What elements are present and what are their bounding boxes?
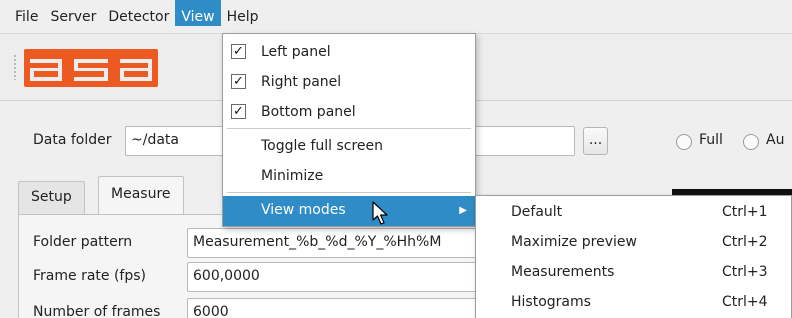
menu-separator — [227, 128, 471, 129]
menubar: File Server Detector View Help — [0, 0, 792, 33]
shortcut-label: Ctrl+1 — [722, 204, 768, 220]
menu-server[interactable]: Server — [44, 0, 102, 33]
menu-item-label: Left panel — [261, 44, 331, 60]
menu-file[interactable]: File — [9, 0, 44, 33]
number-of-frames-input[interactable]: 6000 — [187, 298, 487, 318]
folder-pattern-label: Folder pattern — [33, 234, 133, 250]
tab-setup[interactable]: Setup — [18, 181, 85, 215]
check-icon: ✓ — [231, 44, 246, 59]
asa-logo — [24, 49, 158, 87]
number-of-frames-label: Number of frames — [33, 304, 161, 318]
radio-full-label[interactable]: Full — [699, 132, 723, 148]
shortcut-label: Ctrl+2 — [722, 234, 768, 250]
shortcut-label: Ctrl+4 — [722, 294, 768, 310]
menu-separator — [227, 192, 471, 193]
folder-pattern-input[interactable]: Measurement_%b_%d_%Y_%Hh%M — [187, 228, 487, 258]
menu-item-left-panel[interactable]: ✓ Left panel — [223, 38, 475, 66]
toolbar-grip-handle[interactable] — [13, 54, 17, 80]
tab-measure[interactable]: Measure — [98, 176, 184, 215]
menu-item-bottom-panel[interactable]: ✓ Bottom panel — [223, 98, 475, 126]
menu-help[interactable]: Help — [221, 0, 265, 33]
menu-item-view-modes[interactable]: View modes ▶ — [223, 196, 475, 226]
view-modes-submenu: Default Ctrl+1 Maximize preview Ctrl+2 M… — [475, 195, 792, 318]
menu-item-minimize[interactable]: Minimize — [223, 162, 475, 190]
shortcut-label: Ctrl+3 — [722, 264, 768, 280]
frame-rate-label: Frame rate (fps) — [33, 268, 146, 284]
radio-full[interactable] — [676, 134, 692, 150]
menu-item-label: Right panel — [261, 74, 342, 90]
submenu-item-default[interactable]: Default Ctrl+1 — [476, 197, 791, 227]
browse-button[interactable]: ... — [583, 127, 608, 155]
menu-item-label: Bottom panel — [261, 104, 356, 120]
submenu-item-label: Measurements — [511, 264, 615, 280]
data-folder-label: Data folder — [33, 132, 112, 148]
menu-detector[interactable]: Detector — [102, 0, 175, 33]
view-menu-dropdown: ✓ Left panel ✓ Right panel ✓ Bottom pane… — [222, 33, 476, 227]
check-icon: ✓ — [231, 74, 246, 89]
submenu-item-label: Default — [511, 204, 563, 220]
check-icon: ✓ — [231, 104, 246, 119]
submenu-item-histograms[interactable]: Histograms Ctrl+4 — [476, 287, 791, 317]
submenu-item-label: Histograms — [511, 294, 591, 310]
radio-auto[interactable] — [743, 134, 759, 150]
menu-item-label: View modes — [261, 202, 346, 218]
menu-item-label: Toggle full screen — [261, 138, 384, 154]
submenu-arrow-icon: ▶ — [459, 205, 467, 216]
submenu-item-label: Maximize preview — [511, 234, 637, 250]
submenu-item-measurements[interactable]: Measurements Ctrl+3 — [476, 257, 791, 287]
menu-item-right-panel[interactable]: ✓ Right panel — [223, 68, 475, 96]
submenu-item-maximize-preview[interactable]: Maximize preview Ctrl+2 — [476, 227, 791, 257]
menu-view[interactable]: View — [175, 0, 221, 26]
frame-rate-input[interactable]: 600,0000 — [187, 262, 487, 292]
menu-item-toggle-full-screen[interactable]: Toggle full screen — [223, 132, 475, 160]
radio-auto-label[interactable]: Au — [766, 132, 784, 148]
menu-item-label: Minimize — [261, 168, 324, 184]
mouse-cursor-icon — [372, 201, 388, 225]
